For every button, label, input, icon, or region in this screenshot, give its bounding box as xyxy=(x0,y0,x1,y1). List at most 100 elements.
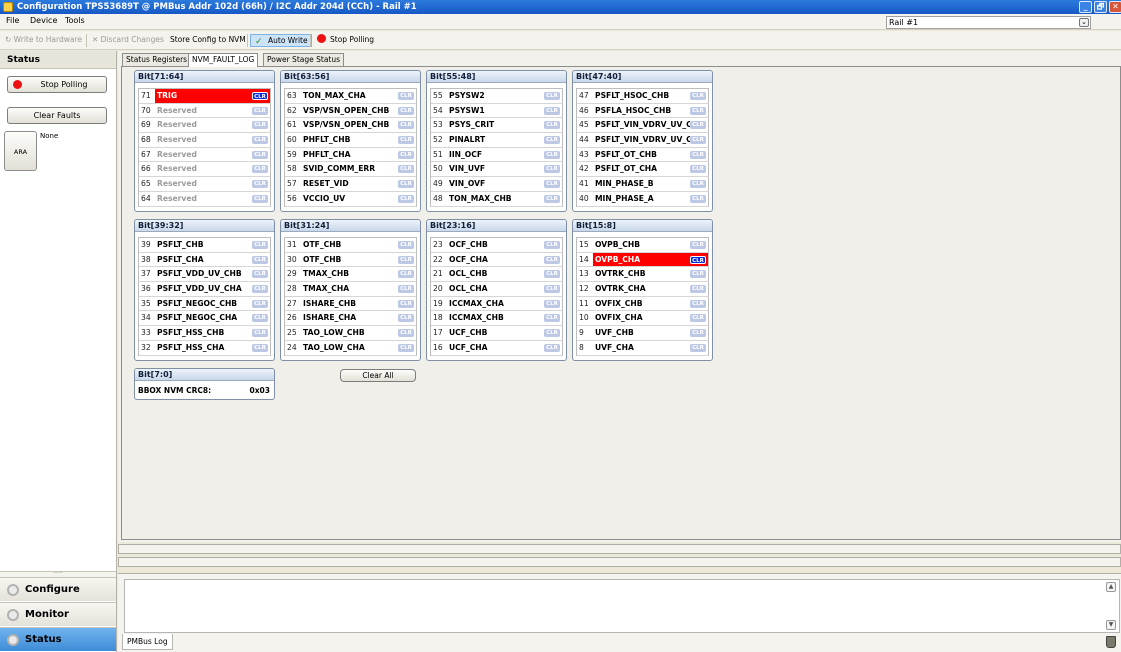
bit-number: 36 xyxy=(141,284,151,294)
clear-bit-button[interactable]: CLR xyxy=(690,106,706,115)
clear-bit-button[interactable]: CLR xyxy=(398,343,414,352)
clear-bit-button[interactable]: CLR xyxy=(398,136,414,145)
clear-bit-button[interactable]: CLR xyxy=(690,92,706,100)
clear-bit-button[interactable]: CLR xyxy=(398,165,414,174)
clear-bit-button[interactable]: CLR xyxy=(690,343,706,352)
clear-bit-button[interactable]: CLR xyxy=(690,255,706,264)
clear-bit-button[interactable]: CLR xyxy=(544,136,560,145)
fault-bit-row: 28 TMAX_CHA CLR xyxy=(285,282,417,297)
clear-bit-button[interactable]: CLR xyxy=(544,92,560,100)
clear-bit-button[interactable]: CLR xyxy=(398,106,414,115)
clear-bit-button[interactable]: CLR xyxy=(252,329,268,338)
clear-bit-button[interactable]: CLR xyxy=(398,255,414,264)
clear-bit-button[interactable]: CLR xyxy=(544,270,560,279)
clear-bit-button[interactable]: CLR xyxy=(398,150,414,159)
clear-bit-button[interactable]: CLR xyxy=(252,241,268,249)
clear-bit-button[interactable]: CLR xyxy=(398,329,414,338)
clear-bit-button[interactable]: CLR xyxy=(252,343,268,352)
clear-bit-button[interactable]: CLR xyxy=(544,343,560,352)
clear-bit-button[interactable]: CLR xyxy=(252,270,268,279)
clear-bit-button[interactable]: CLR xyxy=(544,241,560,249)
chevron-down-icon[interactable]: ⌄ xyxy=(1079,18,1089,27)
scroll-down-icon[interactable]: ▼ xyxy=(1106,620,1116,630)
clear-bit-button[interactable]: CLR xyxy=(252,165,268,174)
clear-bit-button[interactable]: CLR xyxy=(690,299,706,308)
clear-bit-button[interactable]: CLR xyxy=(690,121,706,130)
clear-bit-button[interactable]: CLR xyxy=(690,241,706,249)
horizontal-scrollbar[interactable] xyxy=(118,557,1121,567)
stop-polling-button[interactable]: Stop Polling xyxy=(7,76,107,93)
clear-bit-button[interactable]: CLR xyxy=(544,329,560,338)
clear-bit-button[interactable]: CLR xyxy=(398,285,414,294)
clear-bit-button[interactable]: CLR xyxy=(252,299,268,308)
maximize-button[interactable]: 🗗 xyxy=(1094,1,1107,13)
clear-bit-button[interactable]: CLR xyxy=(690,285,706,294)
menu-device[interactable]: Device xyxy=(30,16,57,25)
clear-all-button[interactable]: Clear All xyxy=(340,369,416,382)
clear-bit-button[interactable]: CLR xyxy=(690,165,706,174)
tab-pmbus-log[interactable]: PMBus Log xyxy=(122,634,173,650)
close-button[interactable]: ✕ xyxy=(1109,1,1121,13)
clear-bit-button[interactable]: CLR xyxy=(544,106,560,115)
clear-bit-button[interactable]: CLR xyxy=(398,270,414,279)
clear-bit-button[interactable]: CLR xyxy=(252,106,268,115)
tab-nvm-fault-log[interactable]: NVM_FAULT_LOG xyxy=(188,53,259,67)
clear-bit-button[interactable]: CLR xyxy=(544,314,560,323)
clear-bit-button[interactable]: CLR xyxy=(544,255,560,264)
clear-bit-button[interactable]: CLR xyxy=(544,165,560,174)
clear-bit-button[interactable]: CLR xyxy=(690,150,706,159)
clear-bit-button[interactable]: CLR xyxy=(252,150,268,159)
clear-bit-button[interactable]: CLR xyxy=(252,180,268,189)
nav-status[interactable]: Status xyxy=(0,627,116,651)
rail-select[interactable]: Rail #1 ⌄ xyxy=(886,16,1091,29)
clear-bit-button[interactable]: CLR xyxy=(252,136,268,145)
bit-number: 38 xyxy=(141,254,151,264)
clear-bit-button[interactable]: CLR xyxy=(398,314,414,323)
trash-icon[interactable] xyxy=(1106,636,1116,648)
log-text-area[interactable]: ▲ ▼ xyxy=(124,579,1120,633)
write-to-hardware-button[interactable]: ↻ Write to Hardware xyxy=(5,34,82,47)
clear-bit-button[interactable]: CLR xyxy=(544,299,560,308)
ara-button[interactable]: ARA xyxy=(4,131,37,171)
clear-bit-button[interactable]: CLR xyxy=(398,194,414,203)
tab-status-registers[interactable]: Status Registers xyxy=(122,53,192,66)
clear-faults-button[interactable]: Clear Faults xyxy=(7,107,107,124)
clear-bit-button[interactable]: CLR xyxy=(690,329,706,338)
menu-file[interactable]: File xyxy=(6,16,19,25)
tab-power-stage-status[interactable]: Power Stage Status xyxy=(263,53,345,66)
scroll-up-icon[interactable]: ▲ xyxy=(1106,582,1116,592)
discard-changes-button[interactable]: ✕ Discard Changes xyxy=(92,34,164,47)
clear-bit-button[interactable]: CLR xyxy=(252,314,268,323)
clear-bit-button[interactable]: CLR xyxy=(544,285,560,294)
store-config-button[interactable]: Store Config to NVM xyxy=(170,34,246,47)
clear-bit-button[interactable]: CLR xyxy=(398,299,414,308)
clear-bit-button[interactable]: CLR xyxy=(252,255,268,264)
clear-bit-button[interactable]: CLR xyxy=(252,194,268,203)
clear-bit-button[interactable]: CLR xyxy=(690,270,706,279)
fault-bit-row: 35 PSFLT_NEGOC_CHB CLR xyxy=(139,296,271,312)
clear-bit-button[interactable]: CLR xyxy=(398,92,414,100)
nav-monitor[interactable]: Monitor xyxy=(0,602,116,626)
clear-bit-button[interactable]: CLR xyxy=(544,150,560,159)
clear-bit-button[interactable]: CLR xyxy=(690,194,706,203)
clear-bit-button[interactable]: CLR xyxy=(690,314,706,323)
bit-number: 41 xyxy=(579,179,589,189)
stop-polling-toolbar-button[interactable]: Stop Polling xyxy=(317,34,374,47)
clear-bit-button[interactable]: CLR xyxy=(690,180,706,189)
clear-bit-button[interactable]: CLR xyxy=(252,121,268,130)
fault-bit-row: 15 OVPB_CHB CLR xyxy=(577,238,709,253)
nav-configure[interactable]: Configure xyxy=(0,577,116,601)
clear-bit-button[interactable]: CLR xyxy=(690,136,706,145)
clear-bit-button[interactable]: CLR xyxy=(544,180,560,189)
minimize-button[interactable]: _ xyxy=(1079,1,1092,13)
auto-write-toggle[interactable]: ✓ Auto Write xyxy=(250,34,312,47)
clear-bit-button[interactable]: CLR xyxy=(544,194,560,203)
clear-bit-button[interactable]: CLR xyxy=(398,241,414,249)
clear-bit-button[interactable]: CLR xyxy=(398,180,414,189)
menu-tools[interactable]: Tools xyxy=(65,16,85,25)
clear-bit-button[interactable]: CLR xyxy=(252,92,268,100)
horizontal-scrollbar[interactable] xyxy=(118,544,1121,554)
clear-bit-button[interactable]: CLR xyxy=(398,121,414,130)
clear-bit-button[interactable]: CLR xyxy=(544,121,560,130)
clear-bit-button[interactable]: CLR xyxy=(252,285,268,294)
